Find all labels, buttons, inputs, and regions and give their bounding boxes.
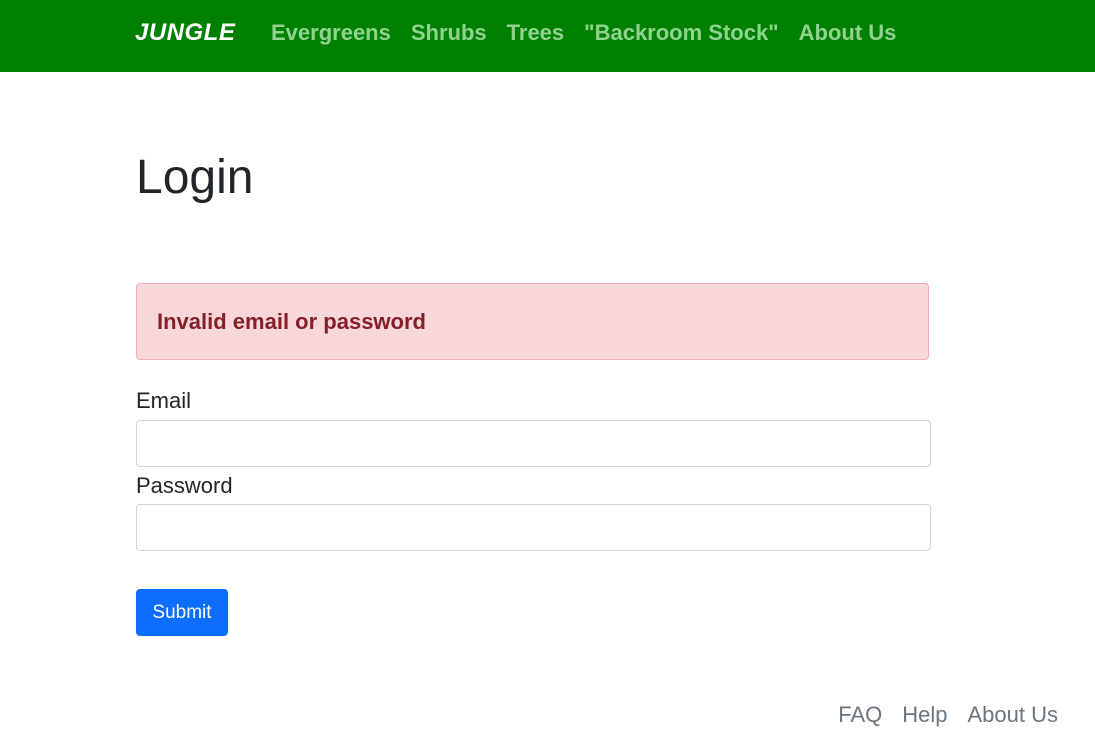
nav-link-evergreens[interactable]: Evergreens (271, 18, 391, 48)
footer-link-faq[interactable]: FAQ (838, 700, 882, 730)
error-alert: Invalid email or password (136, 283, 929, 360)
submit-button[interactable]: Submit (136, 589, 228, 636)
footer-link-help[interactable]: Help (902, 700, 947, 730)
nav-link-backroom-stock[interactable]: "Backroom Stock" (584, 18, 778, 48)
footer-link-about-us[interactable]: About Us (968, 700, 1059, 730)
nav-link-shrubs[interactable]: Shrubs (411, 18, 487, 48)
password-field[interactable] (136, 504, 931, 551)
nav-link-trees[interactable]: Trees (507, 18, 565, 48)
email-field[interactable] (136, 420, 931, 467)
password-label: Password (136, 473, 233, 498)
top-navbar: JUNGLE Evergreens Shrubs Trees "Backroom… (0, 0, 1095, 72)
brand-logo-link[interactable]: JUNGLE (135, 18, 235, 48)
page-title: Login (136, 151, 254, 204)
footer-links: FAQ Help About Us (838, 700, 1058, 730)
nav-link-about-us[interactable]: About Us (799, 18, 897, 48)
email-label: Email (136, 388, 192, 413)
nav-links: Evergreens Shrubs Trees "Backroom Stock"… (271, 18, 896, 48)
error-alert-message: Invalid email or password (157, 309, 426, 334)
